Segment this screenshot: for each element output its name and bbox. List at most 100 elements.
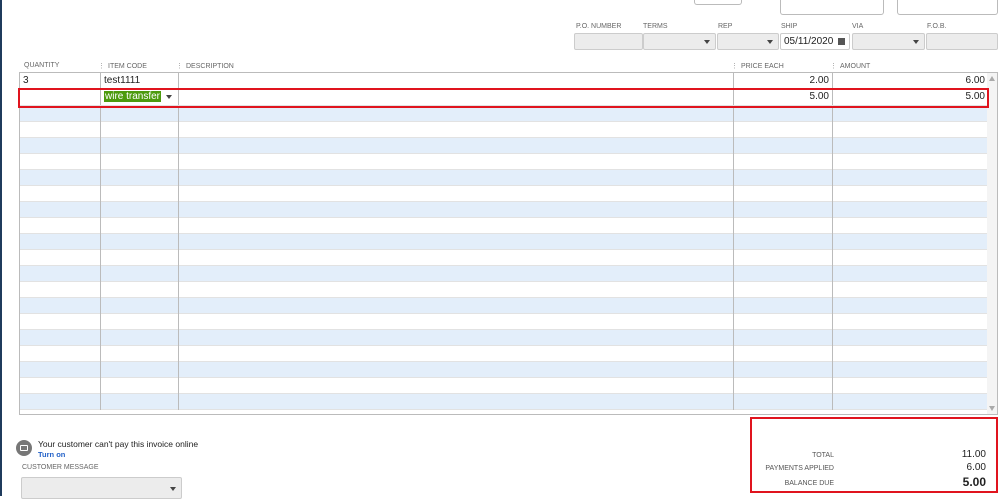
empty-cell[interactable] [833, 394, 989, 410]
empty-cell[interactable] [101, 234, 179, 250]
empty-cell[interactable] [734, 362, 833, 378]
table-row[interactable] [20, 378, 989, 394]
empty-cell[interactable] [734, 106, 833, 122]
table-row[interactable] [20, 298, 989, 314]
scrollbar[interactable] [987, 73, 997, 414]
quantity-cell[interactable]: 3 [20, 73, 101, 89]
empty-cell[interactable] [20, 186, 101, 202]
empty-cell[interactable] [20, 378, 101, 394]
po-number-input[interactable] [574, 33, 643, 50]
description-cell[interactable] [179, 73, 734, 89]
empty-cell[interactable] [20, 250, 101, 266]
empty-cell[interactable] [101, 394, 179, 410]
empty-cell[interactable] [179, 298, 734, 314]
empty-cell[interactable] [833, 218, 989, 234]
table-row[interactable] [20, 282, 989, 298]
empty-cell[interactable] [179, 282, 734, 298]
table-row[interactable] [20, 138, 989, 154]
empty-cell[interactable] [20, 170, 101, 186]
top-field-1[interactable] [780, 0, 884, 15]
table-row[interactable] [20, 202, 989, 218]
turn-on-link[interactable]: Turn on [38, 450, 65, 459]
calendar-icon[interactable] [838, 38, 845, 45]
empty-cell[interactable] [833, 250, 989, 266]
empty-cell[interactable] [179, 362, 734, 378]
empty-cell[interactable] [20, 138, 101, 154]
col-item-code[interactable]: ⋮ ITEM CODE [98, 62, 147, 70]
empty-cell[interactable] [734, 378, 833, 394]
empty-cell[interactable] [734, 314, 833, 330]
rep-select[interactable] [717, 33, 779, 50]
top-button[interactable] [694, 0, 742, 5]
table-row[interactable] [20, 154, 989, 170]
empty-cell[interactable] [833, 362, 989, 378]
empty-cell[interactable] [833, 346, 989, 362]
empty-cell[interactable] [179, 346, 734, 362]
empty-cell[interactable] [734, 202, 833, 218]
empty-cell[interactable] [179, 234, 734, 250]
empty-cell[interactable] [20, 218, 101, 234]
table-row[interactable] [20, 266, 989, 282]
item-code-cell[interactable]: test1111 [101, 73, 179, 89]
empty-cell[interactable] [734, 138, 833, 154]
ship-date-input[interactable]: 05/11/2020 [780, 33, 850, 50]
empty-cell[interactable] [20, 282, 101, 298]
table-row[interactable] [20, 250, 989, 266]
empty-cell[interactable] [734, 266, 833, 282]
empty-cell[interactable] [833, 154, 989, 170]
empty-cell[interactable] [20, 346, 101, 362]
via-select[interactable] [852, 33, 925, 50]
table-row[interactable] [20, 394, 989, 410]
scroll-down-icon[interactable] [989, 406, 995, 411]
table-row[interactable] [20, 186, 989, 202]
empty-cell[interactable] [101, 106, 179, 122]
empty-cell[interactable] [833, 314, 989, 330]
empty-cell[interactable] [101, 378, 179, 394]
col-description[interactable]: ⋮ DESCRIPTION [176, 62, 234, 70]
empty-cell[interactable] [179, 330, 734, 346]
empty-cell[interactable] [179, 250, 734, 266]
empty-cell[interactable] [101, 298, 179, 314]
empty-cell[interactable] [833, 298, 989, 314]
empty-cell[interactable] [179, 378, 734, 394]
empty-cell[interactable] [179, 314, 734, 330]
table-row[interactable] [20, 218, 989, 234]
col-price-each[interactable]: ⋮ PRICE EACH [731, 62, 784, 70]
empty-cell[interactable] [101, 138, 179, 154]
empty-cell[interactable] [101, 170, 179, 186]
price-cell[interactable]: 2.00 [734, 73, 833, 89]
empty-cell[interactable] [20, 122, 101, 138]
empty-cell[interactable] [101, 154, 179, 170]
table-row[interactable] [20, 106, 989, 122]
empty-cell[interactable] [20, 394, 101, 410]
empty-cell[interactable] [833, 202, 989, 218]
empty-cell[interactable] [101, 186, 179, 202]
empty-cell[interactable] [101, 218, 179, 234]
empty-cell[interactable] [833, 282, 989, 298]
empty-cell[interactable] [734, 250, 833, 266]
empty-cell[interactable] [833, 138, 989, 154]
empty-cell[interactable] [20, 266, 101, 282]
empty-cell[interactable] [734, 394, 833, 410]
col-quantity[interactable]: QUANTITY [24, 62, 59, 69]
empty-cell[interactable] [20, 298, 101, 314]
empty-cell[interactable] [734, 330, 833, 346]
empty-cell[interactable] [101, 266, 179, 282]
empty-cell[interactable] [833, 170, 989, 186]
table-row[interactable]: 3 test1111 2.00 6.00 [20, 73, 989, 89]
empty-cell[interactable] [179, 122, 734, 138]
empty-cell[interactable] [833, 106, 989, 122]
empty-cell[interactable] [20, 202, 101, 218]
table-row[interactable] [20, 330, 989, 346]
table-row[interactable] [20, 362, 989, 378]
empty-cell[interactable] [734, 234, 833, 250]
empty-cell[interactable] [179, 394, 734, 410]
empty-cell[interactable] [101, 202, 179, 218]
empty-cell[interactable] [20, 106, 101, 122]
col-amount[interactable]: ⋮ AMOUNT [830, 62, 870, 70]
fob-input[interactable] [926, 33, 998, 50]
empty-cell[interactable] [101, 250, 179, 266]
empty-cell[interactable] [179, 138, 734, 154]
empty-cell[interactable] [101, 314, 179, 330]
empty-cell[interactable] [734, 154, 833, 170]
